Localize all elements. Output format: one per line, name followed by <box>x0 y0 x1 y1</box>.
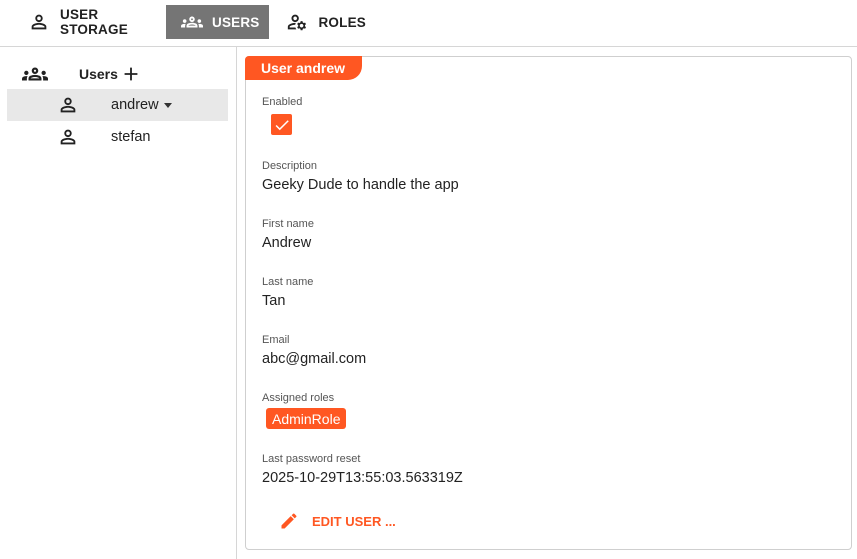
user-badge: User andrew <box>245 56 363 80</box>
top-tab-bar: USER STORAGE USERS ROLES <box>0 0 857 47</box>
tab-user-storage-label: USER STORAGE <box>60 7 128 37</box>
add-user-button[interactable] <box>120 62 142 86</box>
check-icon <box>275 119 289 130</box>
user-list-item[interactable]: andrew <box>7 89 228 121</box>
plus-icon <box>124 67 138 81</box>
tab-users-label: USERS <box>212 14 260 30</box>
users-header: Users <box>22 62 222 86</box>
last-name-label: Last name <box>262 276 314 288</box>
users-title: Users <box>79 66 118 82</box>
last-name-value: Tan <box>262 293 286 309</box>
person-outline-icon <box>28 10 50 34</box>
user-name: andrew <box>111 97 159 113</box>
person-outline-icon <box>57 126 79 148</box>
tab-roles-label: ROLES <box>318 14 366 30</box>
assigned-roles-label: Assigned roles <box>262 392 335 404</box>
first-name-value: Andrew <box>262 235 312 251</box>
description-value: Geeky Dude to handle the app <box>262 177 459 193</box>
person-outline-icon <box>57 94 79 116</box>
user-detail-card: User andrew Enabled Description Geeky Du… <box>245 56 852 550</box>
caret-down-icon[interactable] <box>164 103 172 108</box>
manage-accounts-icon <box>286 10 308 34</box>
password-reset-label: Last password reset <box>262 453 361 465</box>
first-name-label: First name <box>262 218 314 230</box>
description-label: Description <box>262 160 318 172</box>
password-reset-value: 2025-10-29T13:55:03.563319Z <box>262 470 463 486</box>
group-icon <box>180 10 204 34</box>
pencil-icon <box>279 511 299 531</box>
user-name: stefan <box>111 129 151 145</box>
enabled-checkbox[interactable] <box>271 114 292 135</box>
group-icon <box>22 61 48 87</box>
users-sidebar: Users andrew stefan <box>0 47 237 559</box>
tab-users[interactable]: USERS <box>166 5 269 39</box>
email-value: abc@gmail.com <box>262 351 367 367</box>
email-label: Email <box>262 334 290 346</box>
edit-user-label: EDIT USER ... <box>312 513 396 529</box>
tab-user-storage[interactable]: USER STORAGE <box>18 5 158 39</box>
role-chip[interactable]: AdminRole <box>266 408 347 429</box>
edit-user-button[interactable]: EDIT USER ... <box>279 509 396 533</box>
enabled-label: Enabled <box>262 96 303 108</box>
tab-roles[interactable]: ROLES <box>276 5 366 39</box>
user-list-item[interactable]: stefan <box>7 121 228 153</box>
